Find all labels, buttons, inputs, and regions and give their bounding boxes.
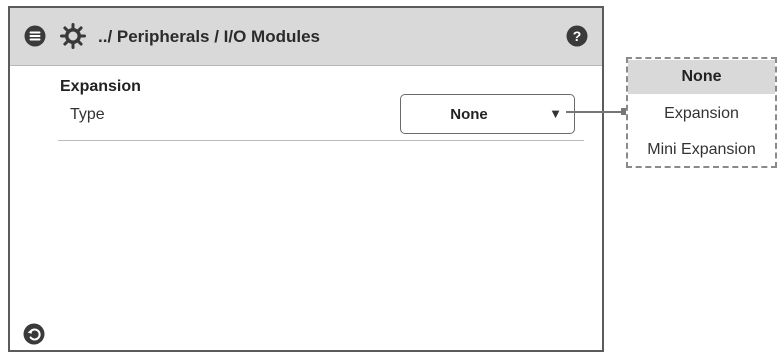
option-none[interactable]: None (628, 60, 775, 94)
back-icon[interactable] (23, 323, 45, 345)
type-label: Type (70, 106, 105, 123)
type-options-list: None Expansion Mini Expansion (626, 57, 777, 168)
type-select-value: None (450, 106, 488, 123)
section-title: Expansion (60, 78, 141, 95)
type-select[interactable]: None ▼ (400, 94, 575, 134)
header-bar: ../ Peripherals / I/O Modules ? (10, 8, 602, 66)
gear-icon[interactable] (60, 23, 86, 49)
dropdown-connector-line (566, 111, 624, 113)
row-divider (58, 140, 584, 141)
breadcrumb: ../ Peripherals / I/O Modules (98, 27, 321, 46)
svg-text:?: ? (573, 28, 582, 44)
menu-icon[interactable] (24, 25, 46, 47)
device-screen: ../ Peripherals / I/O Modules ? Expansio… (8, 6, 604, 352)
chevron-down-icon: ▼ (549, 106, 562, 121)
help-icon[interactable]: ? (566, 25, 588, 47)
option-expansion[interactable]: Expansion (628, 97, 775, 131)
option-mini-expansion[interactable]: Mini Expansion (628, 133, 775, 167)
